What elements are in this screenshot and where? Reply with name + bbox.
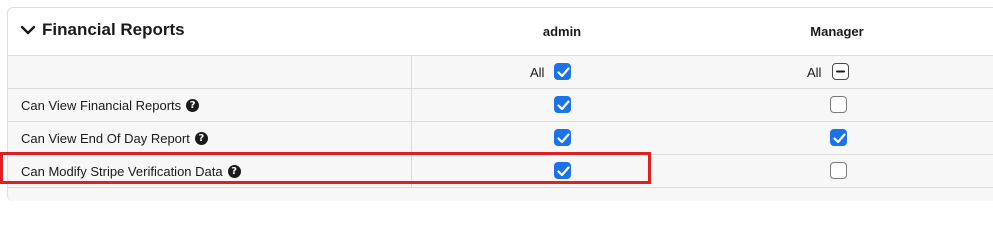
all-checkbox-admin[interactable] (554, 63, 571, 80)
permission-checkbox-manager[interactable] (830, 129, 847, 146)
help-circle-icon[interactable]: ? (186, 98, 200, 112)
column-header-manager: Manager (810, 24, 864, 39)
all-row: All All (8, 55, 993, 88)
column-divider (411, 89, 412, 121)
all-label-admin: All (530, 65, 545, 80)
highlight-box (0, 152, 651, 184)
chevron-down-icon (20, 25, 36, 35)
permission-label: Can View End Of Day Report ? (21, 122, 208, 154)
all-checkbox-manager[interactable] (832, 63, 849, 80)
help-circle-icon[interactable]: ? (194, 131, 208, 145)
permission-checkbox-admin[interactable] (554, 96, 571, 113)
permission-label-text: Can View Financial Reports (21, 97, 182, 113)
permission-label: Can View Financial Reports ? (21, 89, 200, 121)
section-header: Financial Reports admin Manager (8, 8, 993, 55)
section-toggle[interactable]: Financial Reports (20, 20, 185, 40)
column-divider (411, 56, 412, 88)
all-label-manager: All (807, 65, 822, 80)
permission-checkbox-manager[interactable] (830, 96, 847, 113)
column-divider (411, 122, 412, 154)
permission-label-text: Can View End Of Day Report (21, 130, 190, 146)
permission-checkbox-manager[interactable] (830, 162, 847, 179)
permission-row: Can View End Of Day Report ? (8, 121, 993, 154)
permission-checkbox-admin[interactable] (554, 129, 571, 146)
section-title: Financial Reports (42, 20, 185, 39)
permission-row: Can View Financial Reports ? (8, 88, 993, 121)
column-header-admin: admin (542, 24, 582, 39)
